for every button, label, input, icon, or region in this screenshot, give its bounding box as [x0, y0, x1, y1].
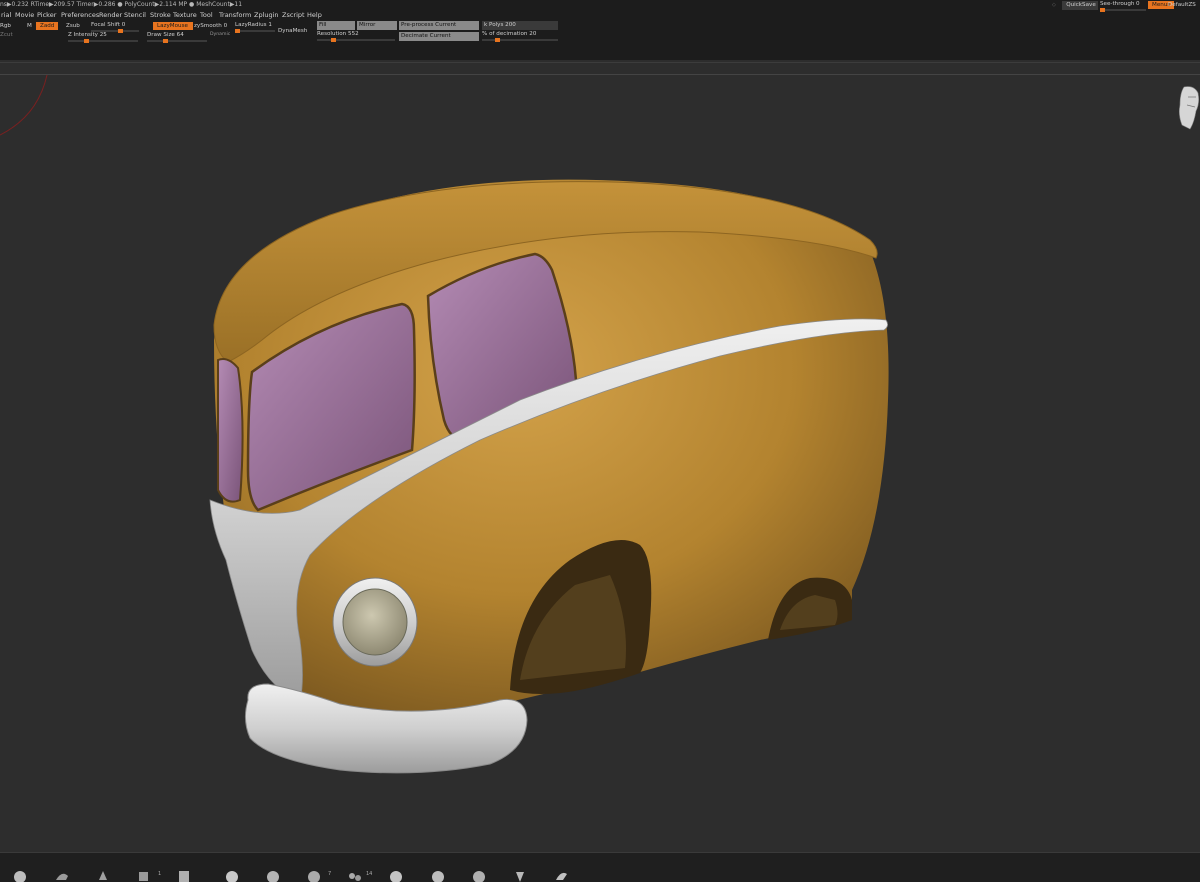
preprocess-button[interactable]: Pre-process Current [399, 21, 479, 30]
zadd-button[interactable]: Zadd [36, 22, 59, 30]
menu-item-tool[interactable]: Tool [200, 11, 213, 19]
dam-standard-icon[interactable] [388, 868, 404, 882]
shelf-divider [0, 62, 1200, 63]
default-zscript-button[interactable]: DefaultZS [1168, 2, 1196, 8]
menu-item-stencil[interactable]: Stencil [124, 11, 146, 19]
headlight [332, 577, 418, 667]
k-polys-slider[interactable]: k Polys 200 [482, 21, 558, 30]
resolution-slider[interactable]: Resolution 552 [317, 31, 395, 42]
menu-item-movie[interactable]: Movie [15, 11, 34, 19]
canvas-viewport[interactable] [0, 75, 1200, 852]
standard-brush-icon[interactable] [224, 868, 240, 882]
inflate-brush-icon[interactable] [306, 868, 322, 882]
fill-button[interactable]: Fill [317, 21, 355, 30]
lazyradius-slider[interactable]: LazyRadius 1 [235, 22, 275, 33]
menu-item-zplugin[interactable]: Zplugin [254, 11, 279, 19]
menu-item-help[interactable]: Help [307, 11, 322, 19]
z-intensity-slider[interactable]: Z Intensity 25 [68, 32, 138, 43]
top-toolbar: ns▶0.232 RTime▶209.57 Timer▶0.286 ● Poly… [0, 0, 1200, 60]
snakehook-icon[interactable] [512, 868, 528, 882]
van-body-group [209, 179, 889, 774]
rotation-gizmo-arc [0, 75, 48, 136]
menu-item-material[interactable]: rial [1, 11, 11, 19]
move-brush-icon[interactable] [95, 868, 111, 882]
clay-brush-icon[interactable] [54, 868, 70, 882]
insert-mesh-icon[interactable] [347, 868, 363, 882]
lazymouse-button[interactable]: LazyMouse [153, 22, 193, 30]
box-tool-icon[interactable] [176, 868, 192, 882]
menu-item-picker[interactable]: Picker [37, 11, 56, 19]
mirror-button[interactable]: Mirror [357, 21, 397, 30]
menu-item-texture[interactable]: Texture [173, 11, 197, 19]
quicksave-button[interactable]: QuickSave [1062, 1, 1098, 10]
zcut-button[interactable]: Zcut [0, 32, 13, 38]
see-through-slider[interactable]: See-through 0 [1100, 1, 1146, 12]
navigation-head-icon [1179, 86, 1199, 130]
decimate-button[interactable]: Decimate Current [399, 32, 479, 41]
cube-tool-icon[interactable] [136, 868, 152, 882]
menu-item-preferences[interactable]: Preferences [61, 11, 99, 19]
status-line: ns▶0.232 RTime▶209.57 Timer▶0.286 ● Poly… [0, 1, 243, 8]
hpolish-icon[interactable] [471, 868, 487, 882]
lazyradius-knob[interactable] [235, 29, 240, 33]
m-toggle[interactable]: M [27, 23, 32, 29]
curve-tube-icon[interactable] [553, 868, 569, 882]
dynamic-toggle[interactable]: Dynamic [210, 32, 230, 37]
see-through-knob[interactable] [1100, 8, 1105, 12]
draw-size-knob[interactable] [163, 39, 168, 43]
pct-decimation-slider[interactable]: % of decimation 20 [482, 31, 558, 42]
menu-item-stroke[interactable]: Stroke [150, 11, 171, 19]
subtool-count-1: 1 [158, 871, 162, 877]
resolution-knob[interactable] [331, 38, 336, 42]
z-intensity-knob[interactable] [84, 39, 89, 43]
focal-shift-slider[interactable]: Focal Shift 0 [91, 22, 139, 33]
windshield-left [217, 358, 244, 503]
rgb-toggle[interactable]: Rgb [0, 23, 11, 29]
menu-item-render[interactable]: Render [99, 11, 122, 19]
lazysmooth-slider[interactable]: zySmooth 0 [194, 23, 227, 29]
menu-item-zscript[interactable]: Zscript [282, 11, 305, 19]
menu-item-transform[interactable]: Transform [219, 11, 251, 19]
dynamesh-label: DynaMesh [278, 28, 308, 34]
sphere-brush-icon[interactable] [12, 868, 28, 882]
trim-dynamic-icon[interactable] [430, 868, 446, 882]
pct-decimation-knob[interactable] [495, 38, 500, 42]
lock-icon: ◇ [1052, 2, 1056, 8]
zsub-button[interactable]: Zsub [66, 23, 80, 29]
sculpt-canvas[interactable] [0, 75, 1200, 852]
subtool-count-14: 14 [366, 871, 373, 877]
subtool-count-7: 7 [328, 871, 332, 877]
smooth-brush-icon[interactable] [265, 868, 281, 882]
